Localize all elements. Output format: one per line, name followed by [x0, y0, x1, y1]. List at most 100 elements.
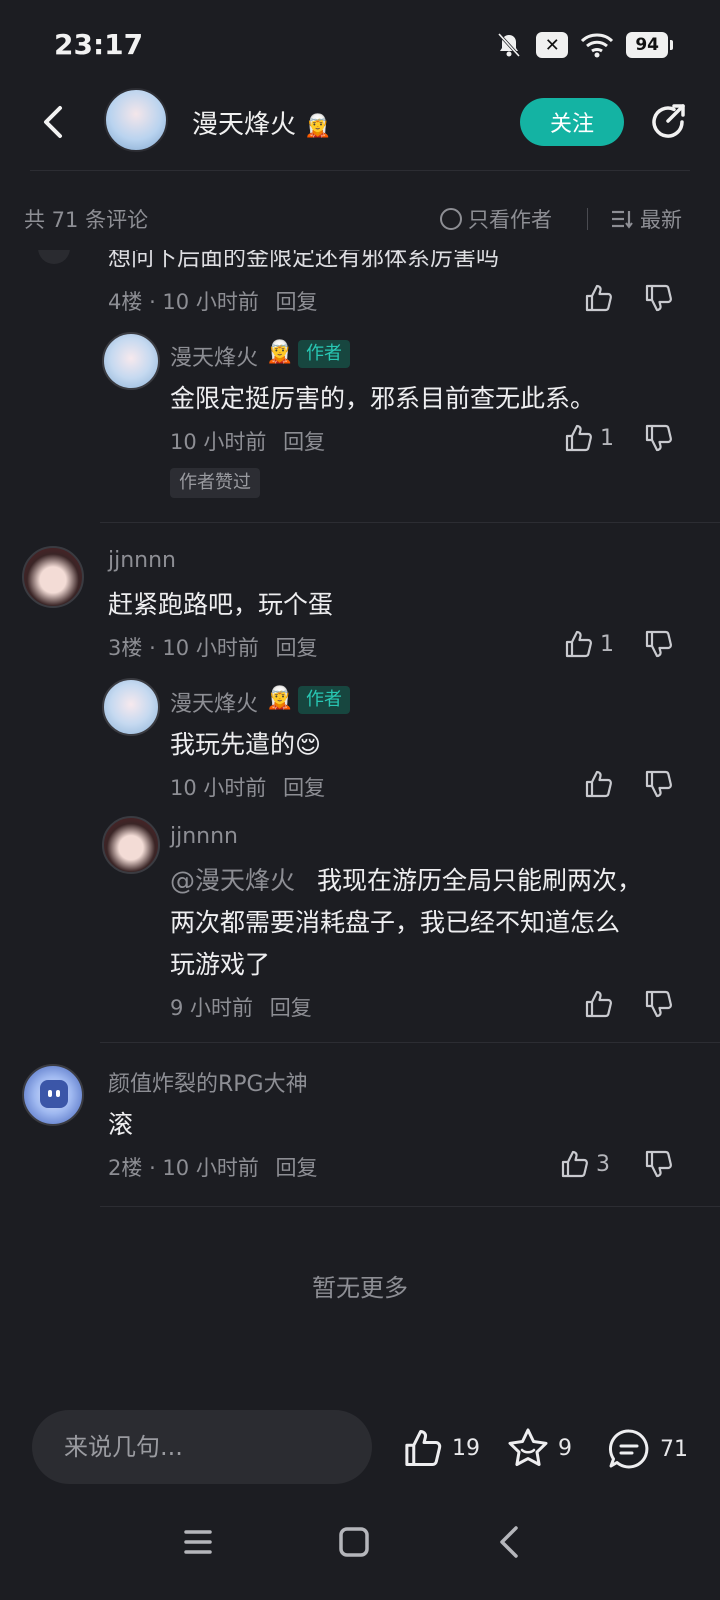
- reply-text: @漫天烽火 我现在游历全局只能刷两次， 两次都需要消耗盘子，我已经不知道怎么 玩…: [170, 860, 670, 986]
- commenter-avatar[interactable]: [22, 546, 84, 608]
- status-icons: ✕ 94: [494, 30, 673, 60]
- comments-button[interactable]: 71: [606, 1426, 688, 1472]
- author-only-label: 只看作者: [468, 208, 552, 232]
- like-button[interactable]: [582, 988, 614, 1020]
- mute-bell-icon: [498, 32, 521, 58]
- thumbs-up-icon: [405, 1429, 442, 1467]
- like-button[interactable]: [582, 768, 614, 800]
- like-button[interactable]: 1: [562, 628, 614, 660]
- comment-time: 10 小时前: [162, 1156, 259, 1180]
- robot-eye: [48, 1090, 52, 1097]
- reply-button[interactable]: 回复: [270, 996, 312, 1020]
- sort-latest-button[interactable]: 最新: [610, 204, 682, 234]
- like-button[interactable]: 3: [558, 1148, 610, 1180]
- reply-time: 10 小时前: [170, 430, 267, 454]
- nav-back-icon[interactable]: [490, 1522, 530, 1562]
- comment-time: 10 小时前: [162, 290, 259, 314]
- radio-circle-icon: [440, 208, 462, 230]
- thumbs-down-icon: [642, 422, 674, 454]
- dislike-button[interactable]: [642, 422, 674, 454]
- replier-avatar[interactable]: [102, 678, 160, 736]
- dislike-button[interactable]: [642, 768, 674, 800]
- comment-meta: 3楼 · 10 小时前 回复: [108, 636, 318, 660]
- commenter-avatar[interactable]: [22, 1064, 84, 1126]
- reply-button[interactable]: 回复: [283, 776, 325, 800]
- dislike-button[interactable]: [642, 282, 674, 314]
- comment-input[interactable]: 来说几句...: [32, 1410, 372, 1484]
- thumbs-up-icon: [558, 1148, 590, 1180]
- replier-avatar[interactable]: [102, 332, 160, 390]
- thumbs-up-icon: [562, 628, 594, 660]
- top-header: 漫天烽火 🧝 关注: [0, 88, 720, 168]
- back-arrow-icon[interactable]: [34, 102, 74, 142]
- author-avatar[interactable]: [104, 88, 168, 152]
- commenter-avatar[interactable]: [38, 250, 70, 264]
- home-icon[interactable]: [334, 1522, 374, 1562]
- comment-meta: 2楼 · 10 小时前 回复: [108, 1156, 318, 1180]
- comment-list[interactable]: 想问下后面的金限定还有邪体系厉害吗 4楼 · 10 小时前 回复 漫天烽火 🧝 …: [0, 250, 720, 1380]
- comment-divider: [100, 1042, 720, 1043]
- post-like-button[interactable]: 19: [400, 1426, 480, 1470]
- dislike-button[interactable]: [642, 628, 674, 660]
- replier-avatar[interactable]: [102, 816, 160, 874]
- thumbs-down-icon: [642, 988, 674, 1020]
- reply-text-line-1: 我现在游历全局只能刷两次，: [316, 866, 642, 895]
- reply-text-line-2: 两次都需要消耗盘子，我已经不知道怎么: [170, 908, 621, 937]
- replier-name[interactable]: 漫天烽火: [170, 340, 258, 372]
- reply-button[interactable]: 回复: [276, 1156, 318, 1180]
- author-tag: 作者: [298, 340, 350, 368]
- reply-meta: 10 小时前 回复: [170, 426, 325, 456]
- reply-button[interactable]: 回复: [276, 636, 318, 660]
- like-count: 3: [596, 1151, 610, 1177]
- like-count: 1: [600, 631, 614, 657]
- comment-floor: 2楼: [108, 1156, 143, 1180]
- author-only-toggle[interactable]: 只看作者: [440, 204, 552, 234]
- thumbs-up-icon: [582, 282, 614, 314]
- dislike-button[interactable]: [642, 988, 674, 1020]
- follow-button[interactable]: 关注: [520, 98, 624, 146]
- thumbs-down-icon: [642, 282, 674, 314]
- commenter-name[interactable]: jjnnnn: [108, 548, 176, 573]
- thumbs-up-icon: [582, 988, 614, 1020]
- comment-text: 想问下后面的金限定还有邪体系厉害吗: [108, 250, 499, 271]
- author-name-text: 漫天烽火: [192, 110, 297, 140]
- menu-icon[interactable]: [178, 1522, 218, 1562]
- dislike-button[interactable]: [642, 1148, 674, 1180]
- like-button[interactable]: [582, 282, 614, 314]
- comment-time: 10 小时前: [162, 636, 259, 660]
- reply-button[interactable]: 回复: [283, 430, 325, 454]
- reply-meta: 10 小时前 回复: [170, 772, 325, 802]
- comment-divider: [100, 522, 720, 523]
- reply-button[interactable]: 回复: [276, 290, 318, 314]
- author-name[interactable]: 漫天烽火 🧝: [192, 104, 332, 141]
- bar-separator: [587, 208, 588, 230]
- comment-text: 赶紧跑路吧，玩个蛋: [108, 590, 334, 619]
- robot-eye: [56, 1090, 60, 1097]
- reply-text-line-3: 玩游戏了: [170, 950, 271, 979]
- post-like-count: 19: [452, 1435, 480, 1461]
- reply-mention[interactable]: @漫天烽火: [170, 866, 295, 895]
- comment-text: 滚: [108, 1110, 134, 1139]
- replier-name[interactable]: jjnnnn: [170, 824, 238, 849]
- level-badge-icon: 🧝: [266, 340, 294, 365]
- share-icon[interactable]: [646, 100, 690, 144]
- comment-meta: 4楼 · 10 小时前 回复: [108, 290, 318, 314]
- replier-name[interactable]: 漫天烽火: [170, 686, 258, 718]
- thumbs-up-icon: [582, 768, 614, 800]
- thumbs-down-icon: [642, 768, 674, 800]
- favorite-count: 9: [558, 1435, 572, 1461]
- wifi-icon: [581, 33, 614, 58]
- favorite-button[interactable]: 9: [506, 1426, 572, 1470]
- comment-floor: 4楼: [108, 290, 143, 314]
- battery-indicator: 94: [626, 32, 673, 58]
- commenter-name[interactable]: 颜值炸裂的RPG大神: [108, 1066, 308, 1098]
- like-button[interactable]: 1: [562, 422, 614, 454]
- author-liked-badge: 作者赞过: [170, 468, 260, 498]
- thumbs-down-icon: [642, 1148, 674, 1180]
- thumbs-down-icon: [642, 628, 674, 660]
- sort-latest-label: 最新: [640, 208, 682, 232]
- robot-face-icon: [40, 1080, 68, 1108]
- comment-count: 共 71 条评论: [24, 208, 149, 232]
- reply-time: 9 小时前: [170, 996, 254, 1020]
- comment-bubble-icon: [608, 1429, 649, 1469]
